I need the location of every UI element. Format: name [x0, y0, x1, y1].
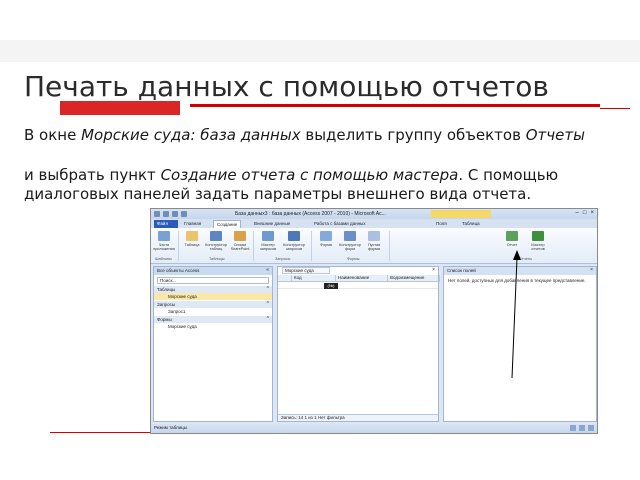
close-icon: × [590, 267, 593, 273]
status-bar: Режим таблицы [151, 424, 597, 433]
datasheet-view: Морские суда × Код Наименование Водоизме… [277, 266, 440, 422]
query-design-icon [288, 231, 300, 241]
nav-group-forms[interactable]: Формы ^ [154, 316, 272, 323]
tab-home[interactable]: Главная [181, 220, 204, 228]
quick-access-toolbar[interactable] [154, 211, 224, 217]
row-selector-header[interactable] [278, 275, 292, 282]
table-design-button[interactable]: Конструктор таблиц [205, 231, 227, 251]
instruction-paragraph-2: и выбрать пункт Создание отчета с помощь… [24, 166, 624, 204]
instruction-paragraph-1: В окне Морские суда: база данных выделит… [24, 126, 624, 145]
column-header-name[interactable]: Наименование [336, 275, 388, 282]
ribbon: Части приложения Таблица Конструктор таб… [151, 228, 597, 264]
view-icon [570, 425, 576, 431]
query-wizard-icon [262, 231, 274, 241]
form-design-icon [344, 231, 356, 241]
field-list-header: Список полей × [444, 267, 596, 275]
para2-text-a: и выбрать пункт [24, 166, 161, 184]
decorative-band [0, 40, 640, 62]
close-icon[interactable]: × [432, 267, 435, 273]
chevron-up-icon: ^ [266, 286, 269, 292]
chevron-up-icon: ^ [266, 316, 269, 322]
status-text: Режим таблицы [154, 425, 187, 430]
view-icon [579, 425, 585, 431]
form-button[interactable]: Форма [315, 231, 337, 247]
window-title: База данных3 : база данных (Access 2007 … [235, 211, 386, 217]
decorative-red-line [600, 108, 630, 109]
tab-file[interactable]: Файл [154, 220, 178, 228]
nav-group-queries[interactable]: Запросы ^ [154, 301, 272, 308]
ribbon-group-templates: Шаблоны [155, 257, 172, 261]
tab-table[interactable]: Таблица [459, 220, 483, 228]
view-buttons[interactable] [570, 425, 594, 431]
title-underline [190, 104, 600, 107]
ribbon-group-queries: Запросы [275, 257, 291, 261]
navigation-pane: Все объекты Access « Поиск... Таблицы ^ Мо… [153, 266, 273, 422]
field-list-pane: Список полей × Нет полей, доступных для д… [443, 266, 597, 422]
sharepoint-lists-button[interactable]: Списки SharePoint [229, 231, 251, 251]
contextual-tab-highlight [431, 210, 491, 218]
para1-italic-reports: Отчеты [525, 126, 585, 144]
report-wizard-icon [532, 231, 544, 241]
window-titlebar: База данных3 : база данных (Access 2007 … [151, 209, 597, 219]
sharepoint-icon [234, 231, 246, 241]
table-row[interactable] [278, 282, 438, 289]
datasheet-header: Код Наименование Водоизмещение [278, 275, 440, 282]
nav-item-form-ships[interactable]: Морские суда [154, 323, 272, 330]
minimize-icon: – [575, 210, 579, 216]
query-design-button[interactable]: Конструктор запросов [283, 231, 305, 251]
decorative-bottom-line [50, 432, 150, 433]
close-icon: × [590, 210, 594, 216]
field-list-message: Нет полей, доступных для добавления в те… [448, 278, 586, 283]
app-parts-icon [158, 231, 170, 241]
nav-pane-header[interactable]: Все объекты Access « [154, 267, 272, 275]
para1-text-a: В окне [24, 126, 82, 144]
query-wizard-button[interactable]: Мастер запросов [257, 231, 279, 251]
nav-search-input[interactable]: Поиск... [157, 277, 269, 284]
access-window-screenshot: База данных3 : база данных (Access 2007 … [150, 208, 598, 434]
slide-title: Печать данных с помощью отчетов [24, 70, 549, 103]
datasheet-grid: Код Наименование Водоизмещение (№) [278, 275, 440, 415]
column-header-displacement[interactable]: Водоизмещение [388, 275, 440, 282]
tab-external-data[interactable]: Внешние данные [251, 220, 293, 228]
tab-create[interactable]: Создание [213, 220, 242, 228]
document-tab-ships[interactable]: Морские суда [282, 267, 330, 274]
chevron-up-icon: ^ [266, 301, 269, 307]
ribbon-group-forms: Формы [347, 257, 360, 261]
decorative-red-block [60, 101, 180, 115]
view-icon [588, 425, 594, 431]
ribbon-tabs: Файл Главная Создание Внешние данные Раб… [151, 219, 597, 228]
nav-item-table-ships[interactable]: Морские суда [154, 293, 272, 300]
nav-item-query1[interactable]: Запрос1 [154, 308, 272, 315]
blank-form-icon [368, 231, 380, 241]
column-header-code[interactable]: Код [292, 275, 336, 282]
form-design-button[interactable]: Конструктор форм [339, 231, 361, 251]
new-record-cell[interactable]: (№) [324, 283, 338, 289]
blank-form-button[interactable]: Пустая форма [363, 231, 385, 251]
form-icon [320, 231, 332, 241]
para1-text-c: выделить группу объектов [300, 126, 526, 144]
report-wizard-button[interactable]: Мастер отчетов [527, 231, 549, 251]
ribbon-group-tables: Таблицы [209, 257, 225, 261]
nav-group-tables[interactable]: Таблицы ^ [154, 286, 272, 293]
record-navigation-bar[interactable]: Запись: 14 1 из 1 Нет фильтра [278, 414, 438, 421]
table-design-icon [210, 231, 222, 241]
report-button[interactable]: Отчет [501, 231, 523, 247]
tab-fields[interactable]: Поля [433, 220, 450, 228]
chevron-down-icon: « [266, 267, 269, 273]
table-button[interactable]: Таблица [181, 231, 203, 247]
table-icon [186, 231, 198, 241]
maximize-icon: □ [582, 210, 587, 216]
tab-database-tools[interactable]: Работа с базами данных [311, 220, 369, 228]
para1-italic-db: Морские суда: база данных [81, 126, 301, 144]
report-icon [506, 231, 518, 241]
app-parts-button[interactable]: Части приложения [153, 231, 175, 251]
para2-italic-wizard: Создание отчета с помощью мастера [160, 166, 459, 184]
window-controls[interactable]: – □ × [576, 210, 594, 216]
ribbon-group-reports: Отчеты [519, 257, 533, 261]
